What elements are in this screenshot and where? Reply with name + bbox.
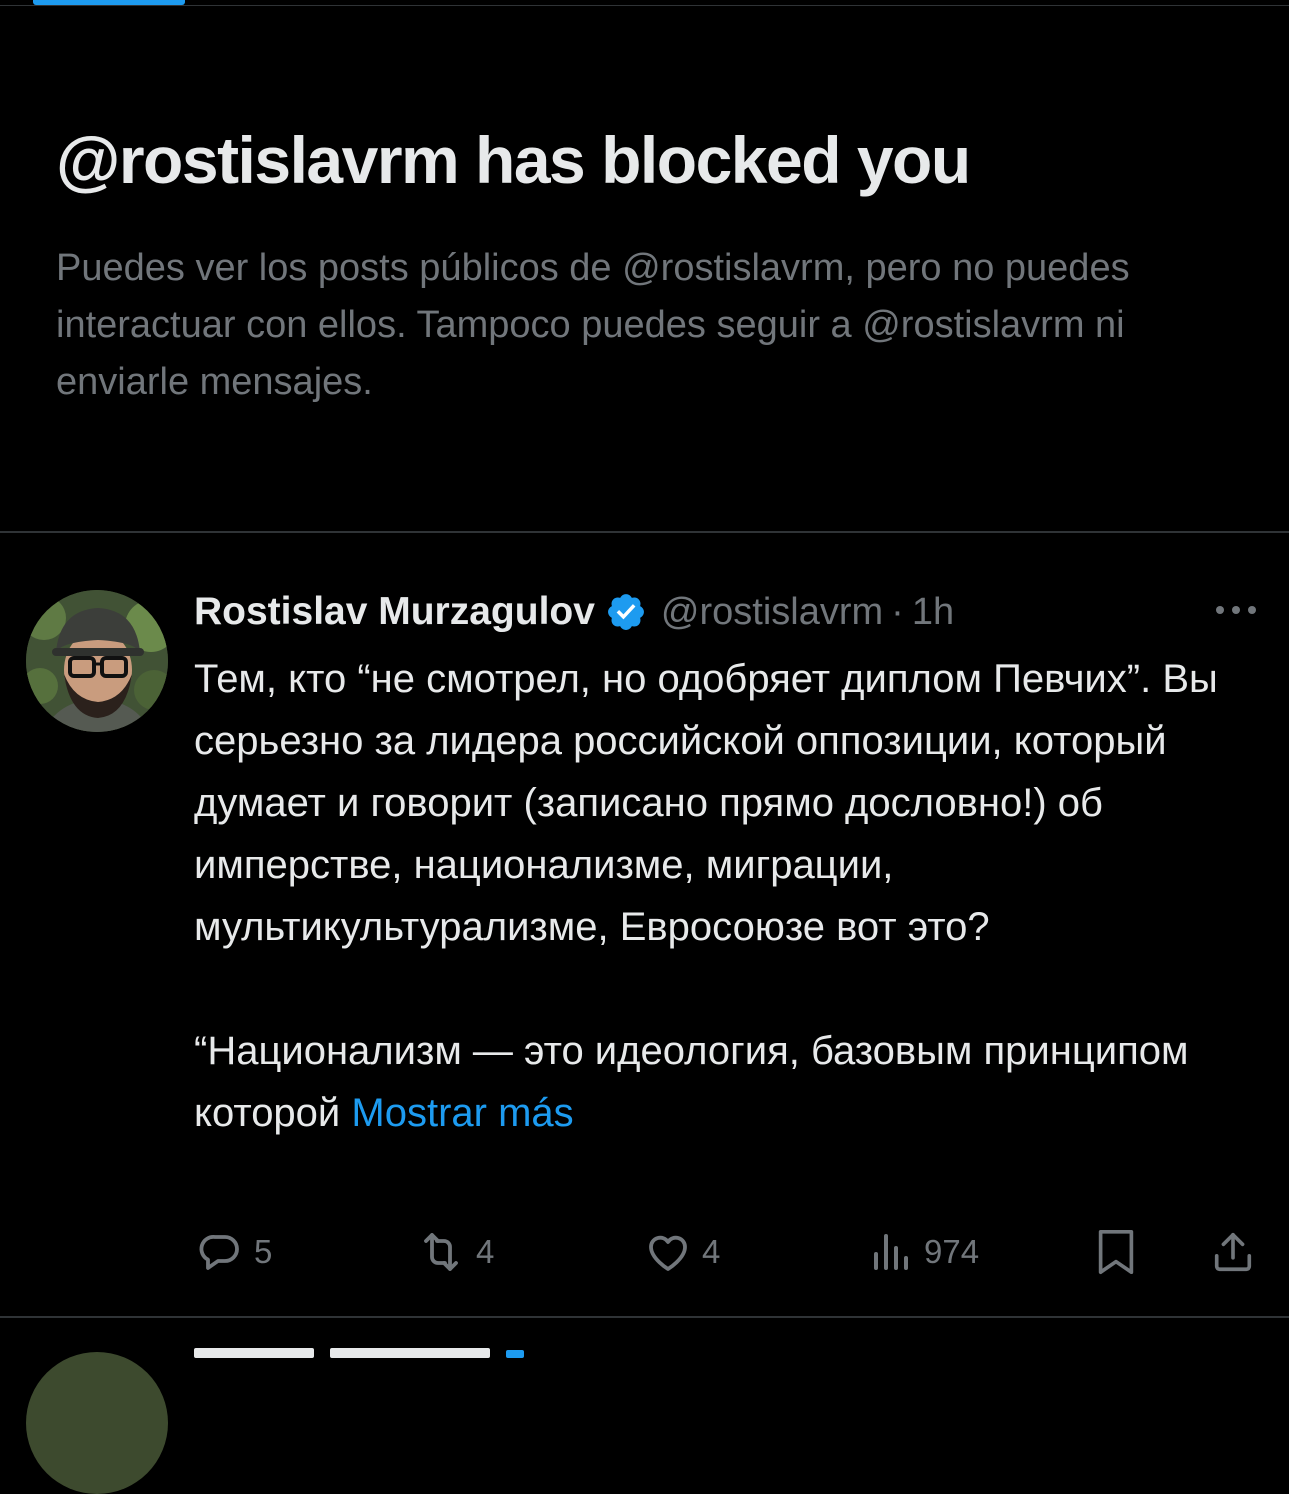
avatar[interactable] bbox=[26, 590, 168, 732]
section-divider bbox=[0, 531, 1289, 533]
next-tweet-avatar[interactable] bbox=[26, 1352, 168, 1494]
separator-dot: · bbox=[891, 590, 904, 633]
tweet-divider bbox=[0, 1316, 1289, 1318]
tweet-paragraph: Тем, кто “не смотрел, но одобряет диплом… bbox=[194, 657, 1218, 949]
blocked-title: @rostislavrm has blocked you bbox=[56, 123, 971, 197]
tweet-text: Тем, кто “не смотрел, но одобряет диплом… bbox=[194, 648, 1254, 1144]
share-button[interactable] bbox=[1210, 1224, 1256, 1280]
tweet-paragraph: “Национализм — это идеология, базовым пр… bbox=[194, 1020, 1254, 1144]
tweet-actions: 5 4 4 974 bbox=[0, 1224, 1289, 1280]
top-divider bbox=[0, 5, 1289, 6]
views-count: 974 bbox=[924, 1233, 980, 1270]
bookmark-icon bbox=[1094, 1227, 1138, 1277]
author-handle[interactable]: @rostislavrm bbox=[661, 591, 883, 634]
next-tweet-header-partial bbox=[194, 1344, 754, 1358]
repost-icon bbox=[416, 1228, 466, 1276]
verified-badge-icon[interactable] bbox=[605, 591, 647, 633]
views-button[interactable]: 974 bbox=[866, 1224, 979, 1280]
tweet-header: Rostislav Murzagulov @rostislavrm · 1h bbox=[194, 584, 954, 640]
reply-button[interactable]: 5 bbox=[196, 1224, 272, 1280]
reply-count: 5 bbox=[254, 1233, 273, 1270]
views-icon bbox=[866, 1228, 914, 1276]
blocked-description: Puedes ver los posts públicos de @rostis… bbox=[56, 247, 1130, 403]
reply-icon bbox=[196, 1228, 244, 1276]
bookmark-button[interactable] bbox=[1094, 1224, 1138, 1280]
like-button[interactable]: 4 bbox=[644, 1224, 720, 1280]
show-more-link[interactable]: Mostrar más bbox=[351, 1091, 573, 1135]
share-icon bbox=[1210, 1228, 1256, 1276]
avatar-image bbox=[26, 590, 168, 732]
heart-icon bbox=[644, 1228, 692, 1276]
repost-count: 4 bbox=[476, 1233, 495, 1270]
repost-button[interactable]: 4 bbox=[416, 1224, 494, 1280]
author-name[interactable]: Rostislav Murzagulov bbox=[194, 590, 595, 634]
more-options-icon[interactable] bbox=[1212, 598, 1260, 622]
like-count: 4 bbox=[702, 1233, 721, 1270]
tweet-timestamp[interactable]: 1h bbox=[912, 591, 954, 634]
tweet-paragraph-text: “Национализм — это идеология, базовым пр… bbox=[194, 1029, 1189, 1135]
